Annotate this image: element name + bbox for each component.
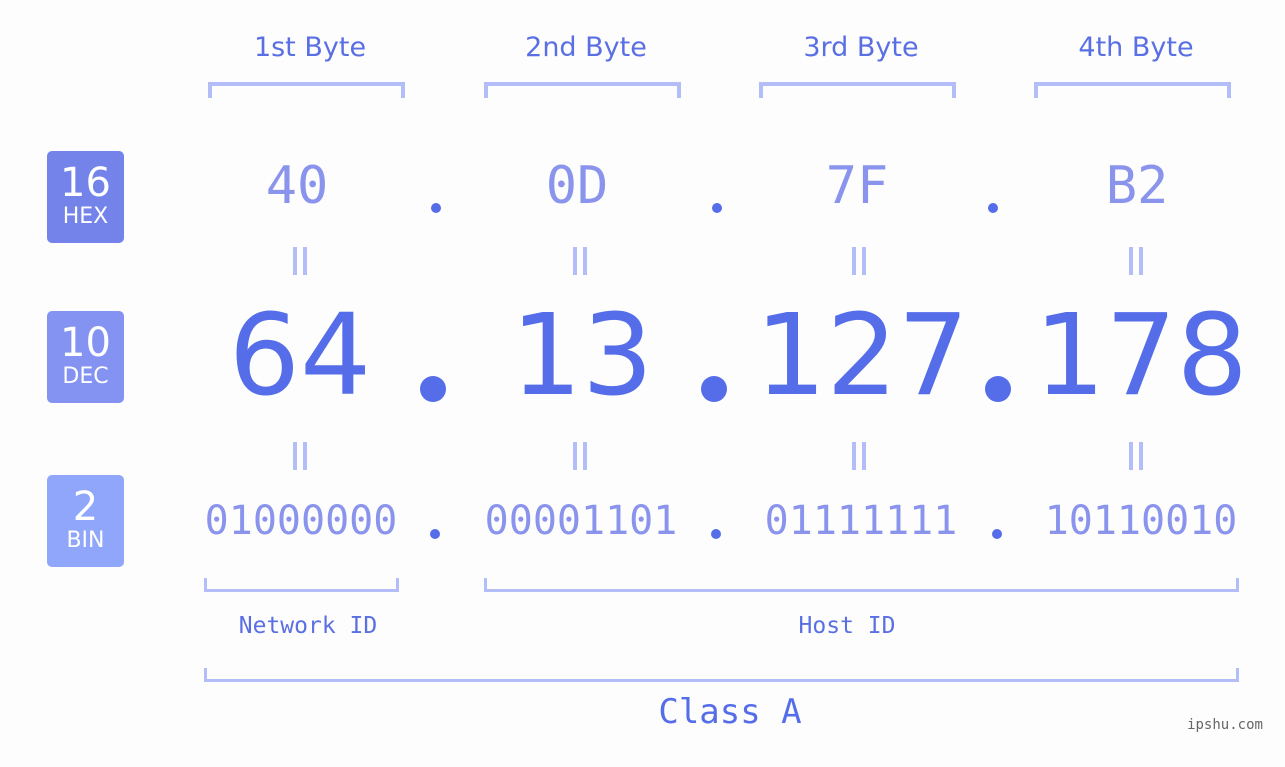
dec-badge-base: 10 <box>60 320 111 366</box>
bin-value-2: 00001101 <box>484 498 678 544</box>
host-id-label: Host ID <box>798 613 896 639</box>
equals-icon <box>292 247 308 275</box>
hex-value-2: 0D <box>545 156 609 216</box>
hex-dot-2 <box>712 203 722 213</box>
equals-icon <box>1128 247 1144 275</box>
class-bracket <box>204 668 1239 682</box>
byte-label-3: 3rd Byte <box>803 32 919 63</box>
equals-icon <box>292 442 308 470</box>
hex-value-1: 40 <box>265 156 329 216</box>
byte-bracket-4 <box>1034 82 1231 98</box>
byte-bracket-1 <box>208 82 405 98</box>
brand-watermark: ipshu.com <box>1187 717 1263 733</box>
dec-dot-3 <box>985 376 1011 402</box>
byte-bracket-2 <box>484 82 681 98</box>
bin-badge-label: BIN <box>66 528 105 553</box>
dec-value-2: 13 <box>510 291 654 421</box>
equals-icon <box>851 442 867 470</box>
equals-icon <box>572 247 588 275</box>
hex-badge-label: HEX <box>62 204 109 229</box>
byte-label-1: 1st Byte <box>253 32 367 63</box>
class-label: Class A <box>658 692 802 732</box>
hex-value-3: 7F <box>825 156 889 216</box>
equals-icon <box>1128 442 1144 470</box>
network-id-label: Network ID <box>238 613 378 639</box>
hex-value-4: B2 <box>1105 156 1169 216</box>
host-id-bracket <box>484 578 1239 592</box>
bin-value-3: 01111111 <box>764 498 958 544</box>
byte-label-4: 4th Byte <box>1078 32 1194 63</box>
bin-badge-base: 2 <box>72 484 99 530</box>
hex-dot-1 <box>431 203 441 213</box>
hex-badge: 16 HEX <box>47 151 124 243</box>
bin-value-1: 01000000 <box>204 498 398 544</box>
bin-badge: 2 BIN <box>47 475 124 567</box>
hex-dot-3 <box>988 203 998 213</box>
bin-dot-1 <box>430 529 440 539</box>
network-id-bracket <box>204 578 399 592</box>
dec-dot-2 <box>701 376 727 402</box>
dec-badge-label: DEC <box>62 364 109 389</box>
dec-dot-1 <box>420 376 446 402</box>
equals-icon <box>851 247 867 275</box>
dec-badge: 10 DEC <box>47 311 124 403</box>
dec-value-3: 127 <box>755 291 969 421</box>
byte-label-2: 2nd Byte <box>525 32 647 63</box>
hex-badge-base: 16 <box>60 160 111 206</box>
bin-value-4: 10110010 <box>1044 498 1238 544</box>
equals-icon <box>572 442 588 470</box>
dec-value-1: 64 <box>228 291 372 421</box>
dec-value-4: 178 <box>1034 291 1248 421</box>
bin-dot-2 <box>711 529 721 539</box>
bin-dot-3 <box>992 529 1002 539</box>
byte-bracket-3 <box>759 82 956 98</box>
